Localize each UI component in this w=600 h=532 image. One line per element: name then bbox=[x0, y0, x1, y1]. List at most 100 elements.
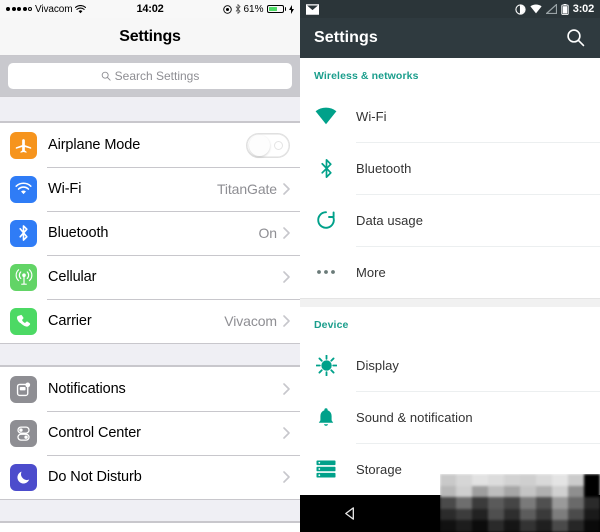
ios-clock: 14:02 bbox=[136, 3, 164, 15]
list-item-label: More bbox=[356, 264, 386, 280]
battery-icon bbox=[561, 3, 569, 15]
search-input[interactable]: Search Settings bbox=[8, 63, 292, 89]
ios-settings-screen: Vivacom 14:02 61% Settings Search Settin… bbox=[0, 0, 300, 532]
airplane-mode-toggle[interactable] bbox=[246, 132, 290, 158]
sidebar-item-general[interactable]: General bbox=[0, 523, 300, 532]
sidebar-item-wifi[interactable]: Wi-Fi TitanGate bbox=[0, 167, 300, 211]
moon-icon bbox=[10, 463, 37, 491]
android-settings-screen: 3:02 Settings Wireless & networks Wi-Fi bbox=[300, 0, 600, 532]
battery-percent: 61% bbox=[243, 3, 264, 15]
brightness-icon bbox=[314, 353, 338, 377]
chevron-right-icon bbox=[283, 383, 290, 395]
chevron-right-icon bbox=[283, 271, 290, 283]
sidebar-item-label: Cellular bbox=[48, 269, 97, 285]
list-item-label: Data usage bbox=[356, 212, 423, 228]
list-item-label: Storage bbox=[356, 461, 402, 477]
sidebar-item-label: Carrier bbox=[48, 313, 92, 329]
sidebar-item-do-not-disturb[interactable]: Do Not Disturb bbox=[0, 455, 300, 499]
airplane-icon bbox=[10, 131, 37, 159]
sidebar-item-notifications[interactable]: Notifications bbox=[0, 367, 300, 411]
sidebar-item-bluetooth[interactable]: Bluetooth On bbox=[0, 211, 300, 255]
sidebar-item-value: On bbox=[258, 225, 278, 241]
chevron-right-icon bbox=[283, 471, 290, 483]
wifi-icon bbox=[530, 4, 542, 14]
list-item-label: Sound & notification bbox=[356, 409, 473, 425]
cellular-icon bbox=[10, 263, 37, 291]
android-clock: 3:02 bbox=[572, 3, 594, 15]
bluetooth-icon bbox=[10, 219, 37, 247]
ios-search-container: Search Settings bbox=[0, 56, 300, 96]
android-settings-list[interactable]: Wireless & networks Wi-Fi Bluetooth Data… bbox=[300, 58, 600, 500]
bell-icon bbox=[314, 405, 338, 429]
home-circle-icon[interactable] bbox=[437, 501, 463, 527]
phone-icon bbox=[10, 307, 37, 335]
list-item-more[interactable]: More bbox=[300, 246, 600, 298]
settings-group-notifications: Notifications Control Center Do Not Dist… bbox=[0, 366, 300, 500]
section-header-wireless: Wireless & networks bbox=[314, 70, 419, 82]
list-item-label: Display bbox=[356, 357, 399, 373]
list-item-bluetooth[interactable]: Bluetooth bbox=[300, 142, 600, 194]
page-title: Settings bbox=[119, 27, 181, 45]
bluetooth-icon bbox=[235, 4, 241, 14]
wifi-icon bbox=[314, 104, 338, 128]
sidebar-item-label: Do Not Disturb bbox=[48, 469, 142, 485]
more-icon bbox=[314, 260, 338, 284]
sidebar-item-label: Airplane Mode bbox=[48, 137, 141, 153]
wifi-icon bbox=[75, 4, 87, 14]
chevron-right-icon bbox=[283, 315, 290, 327]
section-divider bbox=[300, 298, 600, 307]
list-item-label: Bluetooth bbox=[356, 160, 412, 176]
ios-status-bar: Vivacom 14:02 61% bbox=[0, 0, 300, 18]
carrier-name: Vivacom bbox=[35, 3, 73, 15]
settings-group-connectivity: Airplane Mode Wi-Fi TitanGate Bluetooth … bbox=[0, 122, 300, 344]
sidebar-item-label: Notifications bbox=[48, 381, 126, 397]
charging-bolt-icon bbox=[289, 4, 295, 14]
chevron-right-icon bbox=[283, 227, 290, 239]
android-status-bar: 3:02 bbox=[300, 0, 600, 18]
sidebar-item-value: Vivacom bbox=[224, 313, 277, 329]
page-title: Settings bbox=[314, 29, 378, 46]
ios-settings-list[interactable]: Airplane Mode Wi-Fi TitanGate Bluetooth … bbox=[0, 96, 300, 532]
dual-screenshot-comparison: Vivacom 14:02 61% Settings Search Settin… bbox=[0, 0, 600, 532]
search-placeholder: Search Settings bbox=[114, 69, 200, 83]
sidebar-item-airplane-mode[interactable]: Airplane Mode bbox=[0, 123, 300, 167]
gmail-icon bbox=[306, 3, 319, 15]
section-header-device: Device bbox=[314, 319, 349, 331]
notifications-icon bbox=[10, 375, 37, 403]
list-item-storage[interactable]: Storage bbox=[300, 443, 600, 495]
sidebar-item-control-center[interactable]: Control Center bbox=[0, 411, 300, 455]
android-toolbar: Settings bbox=[300, 18, 600, 58]
list-spacer bbox=[0, 96, 300, 122]
search-icon[interactable] bbox=[566, 28, 586, 48]
storage-icon bbox=[314, 457, 338, 481]
chevron-right-icon bbox=[283, 183, 290, 195]
sidebar-item-label: Wi-Fi bbox=[48, 181, 82, 197]
recents-square-icon[interactable] bbox=[537, 501, 563, 527]
sidebar-item-cellular[interactable]: Cellular bbox=[0, 255, 300, 299]
control-center-icon bbox=[10, 419, 37, 447]
chevron-right-icon bbox=[283, 427, 290, 439]
sidebar-item-carrier[interactable]: Carrier Vivacom bbox=[0, 299, 300, 343]
list-spacer bbox=[0, 344, 300, 366]
list-item-sound-notification[interactable]: Sound & notification bbox=[300, 391, 600, 443]
android-navigation-bar bbox=[300, 495, 600, 532]
sidebar-item-value: TitanGate bbox=[216, 181, 277, 197]
signal-icon bbox=[545, 4, 557, 14]
list-item-wifi[interactable]: Wi-Fi bbox=[300, 90, 600, 142]
settings-group-general: General AA Display & Brightness bbox=[0, 522, 300, 532]
list-item-display[interactable]: Display bbox=[300, 339, 600, 391]
list-item-data-usage[interactable]: Data usage bbox=[300, 194, 600, 246]
back-triangle-icon[interactable] bbox=[337, 501, 363, 527]
list-spacer bbox=[0, 500, 300, 522]
search-icon bbox=[101, 71, 111, 81]
signal-strength-dots bbox=[6, 7, 32, 11]
sidebar-item-label: Bluetooth bbox=[48, 225, 109, 241]
data-usage-icon bbox=[314, 208, 338, 232]
location-icon bbox=[222, 4, 232, 14]
sidebar-item-label: Control Center bbox=[48, 425, 141, 441]
wifi-icon bbox=[10, 175, 37, 203]
ios-nav-bar: Settings bbox=[0, 18, 300, 56]
battery-icon bbox=[266, 5, 287, 13]
list-item-label: Wi-Fi bbox=[356, 108, 387, 124]
auto-rotate-icon bbox=[515, 3, 526, 15]
